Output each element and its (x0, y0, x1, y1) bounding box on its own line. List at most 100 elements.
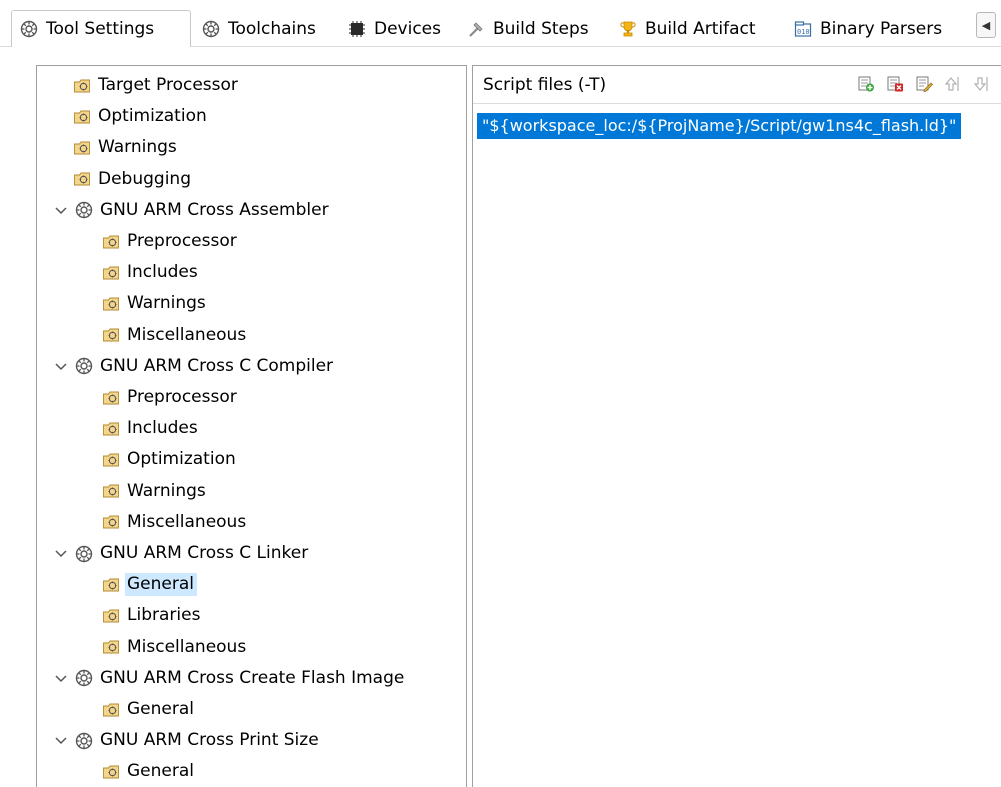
tree-item-label: Warnings (98, 137, 177, 158)
tree-item-tool[interactable]: GNU ARM Cross C Compiler (55, 351, 334, 382)
tree-item-label: GNU ARM Cross C Compiler (100, 355, 334, 376)
tree-item-label: Miscellaneous (127, 636, 247, 657)
tree-item-label: Includes (127, 262, 198, 283)
settings-page-icon (103, 266, 119, 280)
script-files-toolbar (856, 74, 992, 94)
tab-tool-settings[interactable]: Tool Settings (11, 10, 191, 47)
move-up-button[interactable] (943, 74, 963, 94)
script-files-header: Script files (-T) (473, 66, 1001, 104)
settings-page-icon (74, 110, 90, 124)
settings-page-icon (103, 609, 119, 623)
script-files-panel: Script files (-T) "${workspace_loc:/${Pr… (472, 65, 1001, 787)
tree-item-page[interactable]: Optimization (73, 101, 207, 132)
tab-devices[interactable]: Devices (340, 10, 441, 47)
settings-page-icon (103, 640, 119, 654)
tree-item-tool[interactable]: GNU ARM Cross Assembler (55, 195, 329, 226)
tree-item-page[interactable]: General (102, 694, 194, 725)
chevron-down-icon[interactable] (55, 363, 67, 371)
chevron-down-icon[interactable] (55, 207, 67, 215)
tab-scroll-left-button[interactable]: ◀ (976, 12, 996, 38)
hammer-icon (469, 21, 483, 37)
tab-label: Tool Settings (46, 19, 155, 39)
gear-icon (202, 20, 220, 37)
tree-item-label: Includes (127, 418, 198, 439)
tree-item-page[interactable]: Includes (102, 413, 198, 444)
settings-page-icon (74, 141, 90, 155)
tree-item-page[interactable]: General (102, 756, 194, 787)
settings-page-icon (103, 235, 119, 248)
tab-label: Toolchains (228, 18, 316, 39)
tree-item-label: Preprocessor (127, 387, 237, 407)
tree-item-label: Miscellaneous (127, 324, 247, 345)
tree-item-label: Preprocessor (127, 231, 237, 251)
settings-page-icon (103, 578, 119, 592)
tree-item-tool[interactable]: GNU ARM Cross Create Flash Image (55, 663, 405, 694)
tab-bar: Tool Settings Toolchains Devices Build S… (0, 0, 1001, 50)
gear-icon (75, 732, 93, 749)
tree-item-label: General (127, 761, 194, 782)
move-up-icon (944, 77, 959, 91)
edit-button[interactable] (914, 74, 934, 94)
add-icon (858, 76, 874, 92)
tree-item-label: Miscellaneous (127, 511, 247, 532)
tree-item-page[interactable]: Target Processor (73, 70, 238, 101)
tree-item-page[interactable]: Optimization (102, 444, 236, 475)
tree-item-label: GNU ARM Cross Assembler (100, 199, 329, 220)
tree-item-page[interactable]: Preprocessor (102, 382, 237, 413)
tab-label: Build Artifact (645, 18, 756, 39)
tree-item-page[interactable]: Warnings (102, 288, 206, 319)
tree-item-label: Libraries (127, 605, 201, 626)
tab-build-steps[interactable]: Build Steps (459, 10, 589, 47)
settings-page-icon (103, 515, 119, 529)
tree-item-label: Warnings (127, 293, 206, 314)
add-button[interactable] (856, 74, 876, 94)
tree-item-page[interactable]: Preprocessor (102, 226, 237, 257)
tree-item-page[interactable]: Debugging (73, 164, 191, 195)
settings-page-icon (103, 422, 119, 436)
tree-item-page[interactable]: Warnings (73, 132, 177, 163)
tree-item-label: Debugging (98, 168, 191, 189)
settings-page-icon (103, 484, 119, 498)
trophy-icon (620, 21, 636, 36)
tree-item-label: General (127, 699, 194, 719)
tree-item-page[interactable]: Warnings (102, 476, 206, 507)
chevron-down-icon[interactable] (55, 675, 67, 683)
tab-label: Devices (374, 18, 441, 39)
settings-page-icon (103, 297, 119, 311)
tree-item-page[interactable]: General (102, 569, 197, 600)
tab-build-artifact[interactable]: Build Artifact (611, 10, 756, 47)
settings-page-icon (103, 703, 119, 716)
delete-button[interactable] (885, 74, 905, 94)
svg-text:010: 010 (797, 28, 810, 36)
chevron-down-icon[interactable] (55, 737, 67, 745)
settings-page-icon (103, 391, 119, 404)
tree-item-page[interactable]: Includes (102, 257, 198, 288)
tree-item-label: Optimization (127, 449, 236, 470)
settings-page-icon (74, 79, 90, 92)
tool-settings-tree[interactable]: Target Processor Optimization Warnings Debu… (36, 65, 467, 787)
edit-icon (916, 76, 933, 92)
chip-icon (349, 20, 365, 37)
tree-item-label: Target Processor (98, 75, 238, 95)
move-down-icon (973, 77, 988, 91)
tree-item-tool[interactable]: GNU ARM Cross Print Size (55, 725, 319, 756)
settings-page-icon (103, 453, 119, 467)
tree-item-label: General (125, 573, 197, 597)
chevron-down-icon[interactable] (55, 550, 67, 558)
tree-item-tool[interactable]: GNU ARM Cross C Linker (55, 538, 308, 569)
script-file-entry[interactable]: "${workspace_loc:/${ProjName}/Script/gw1… (477, 113, 962, 139)
tab-label: Binary Parsers (820, 18, 943, 39)
tree-item-page[interactable]: Miscellaneous (102, 507, 246, 538)
tab-toolchains[interactable]: Toolchains (194, 10, 316, 47)
settings-page-icon (103, 765, 119, 779)
tree-item-label: GNU ARM Cross Create Flash Image (100, 667, 405, 688)
tab-binary-parsers[interactable]: 010 Binary Parsers (786, 10, 942, 47)
tree-item-page[interactable]: Libraries (102, 600, 200, 631)
tab-label: Build Steps (493, 18, 589, 39)
delete-icon (887, 76, 903, 92)
gear-icon (75, 545, 93, 562)
gear-icon (75, 670, 93, 687)
tree-item-page[interactable]: Miscellaneous (102, 320, 246, 351)
tree-item-page[interactable]: Miscellaneous (102, 632, 246, 663)
move-down-button[interactable] (972, 74, 992, 94)
